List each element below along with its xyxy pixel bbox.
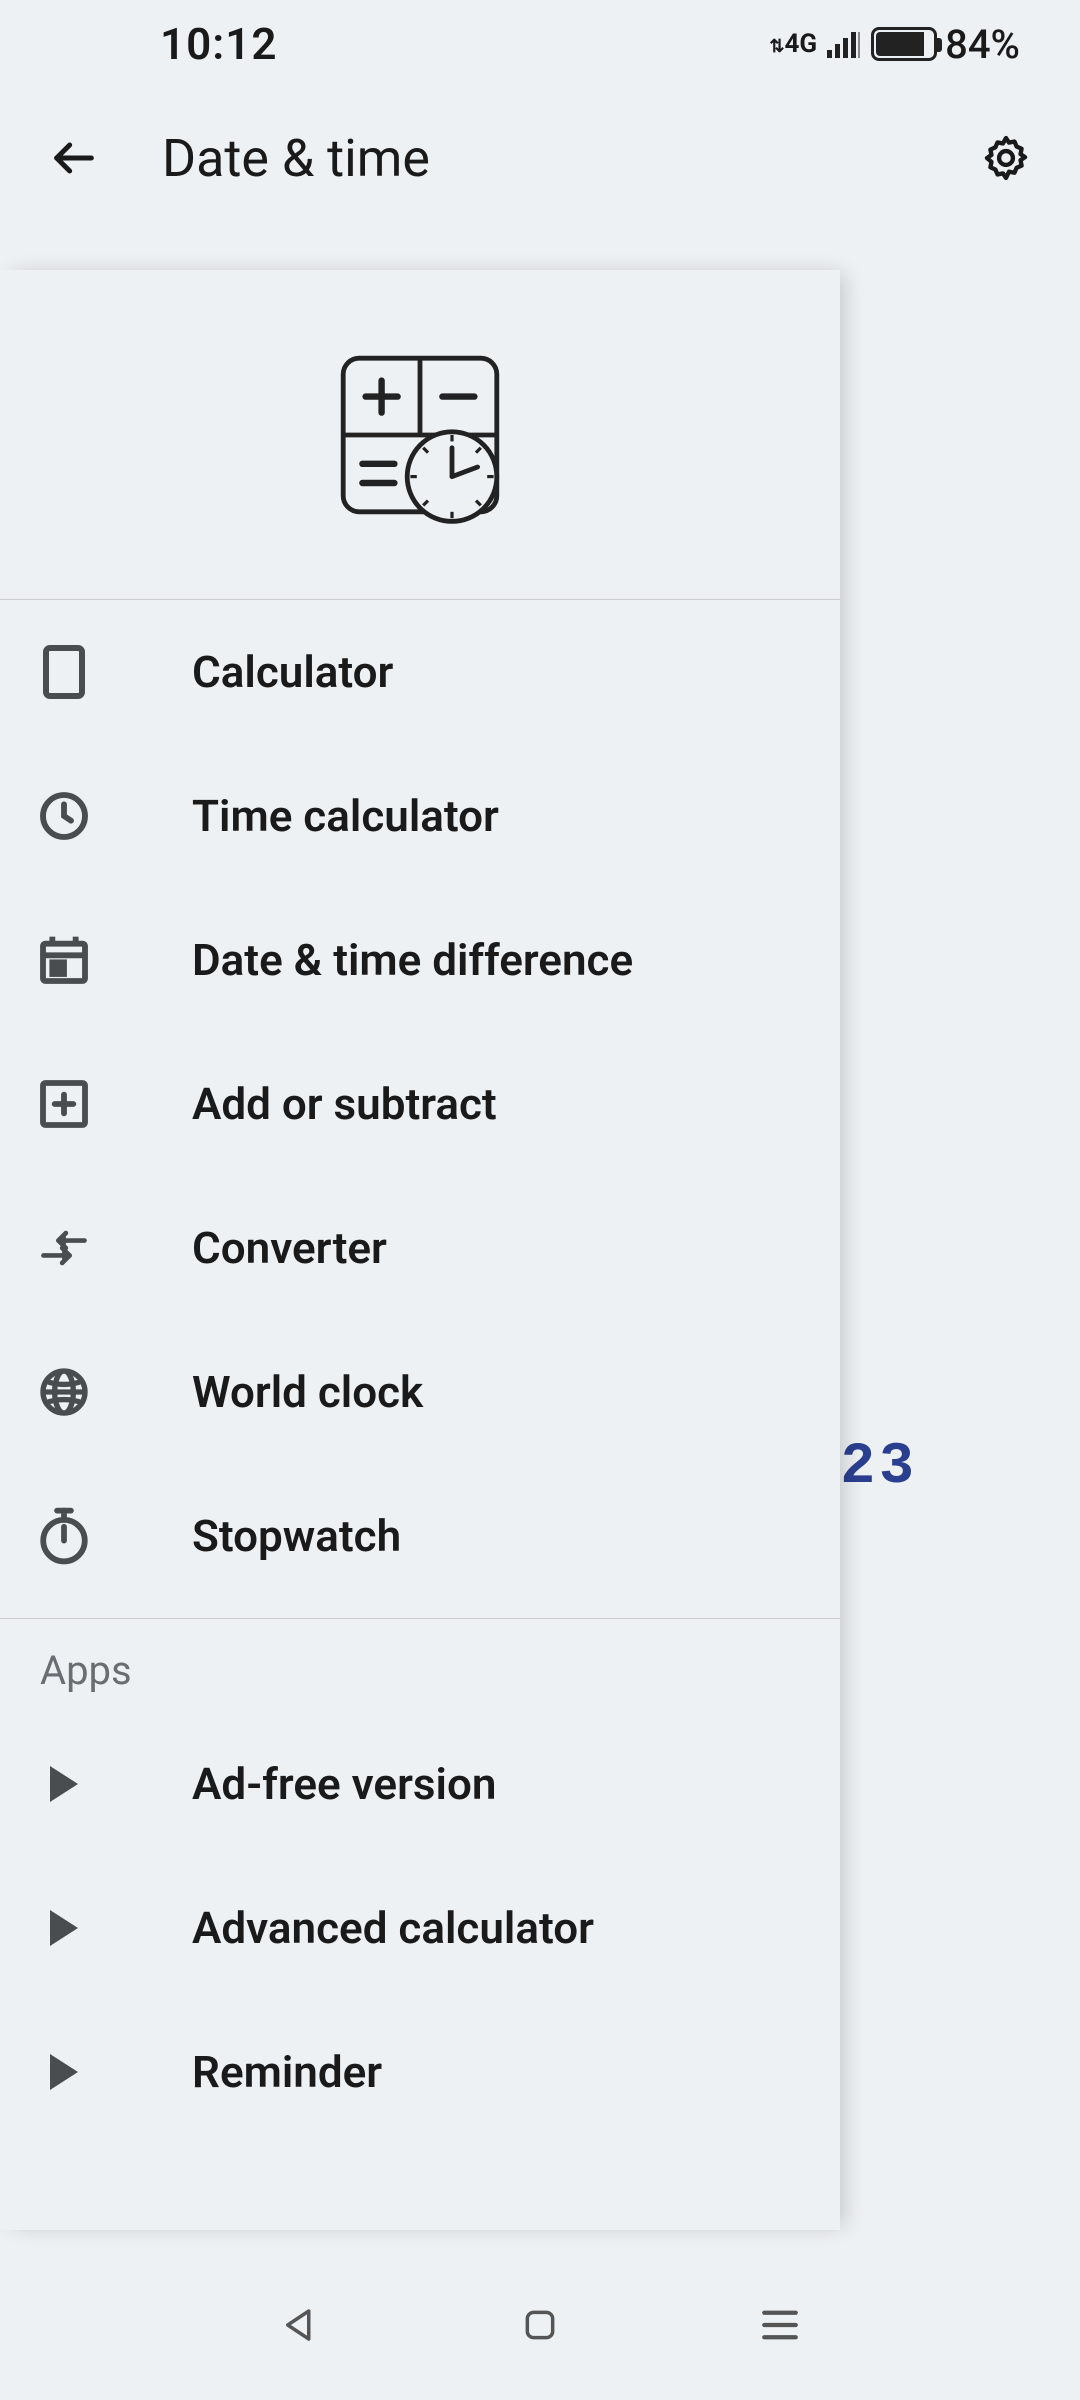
nav-item-converter[interactable]: Converter <box>0 1176 840 1320</box>
nav-item-label: Add or subtract <box>192 1078 497 1130</box>
page-title: Date & time <box>162 128 430 189</box>
app-bar: Date & time <box>0 88 1080 228</box>
status-time: 10:12 <box>160 18 278 70</box>
status-right: ⇅4G 84% <box>769 21 1020 68</box>
app-logo-icon <box>324 339 516 531</box>
nav-home-button[interactable] <box>510 2295 570 2355</box>
drawer-list: Calculator Time calculator Date & time d… <box>0 600 840 2230</box>
nav-item-label: Date & time difference <box>192 934 633 986</box>
status-bar: 10:12 ⇅4G 84% <box>0 0 1080 88</box>
globe-icon <box>36 1363 92 1421</box>
nav-back-button[interactable] <box>270 2295 330 2355</box>
nav-item-label: Converter <box>192 1222 387 1274</box>
nav-item-advanced-calc[interactable]: Advanced calculator <box>0 1856 840 2000</box>
nav-item-date-time-difference[interactable]: Date & time difference <box>0 888 840 1032</box>
play-icon <box>36 1762 92 1806</box>
nav-item-calculator[interactable]: Calculator <box>0 600 840 744</box>
nav-item-label: Ad-free version <box>192 1758 496 1810</box>
nav-item-label: Reminder <box>192 2046 382 2098</box>
drawer-header <box>0 270 840 600</box>
play-icon <box>36 2050 92 2094</box>
play-icon <box>36 1906 92 1950</box>
system-nav-bar <box>0 2250 1080 2400</box>
nav-item-world-clock[interactable]: World clock <box>0 1320 840 1464</box>
nav-item-label: Time calculator <box>192 790 499 842</box>
clock-icon <box>36 788 92 844</box>
back-button[interactable] <box>38 122 110 194</box>
stopwatch-icon <box>36 1506 92 1566</box>
settings-button[interactable] <box>970 122 1042 194</box>
battery-icon <box>871 27 937 61</box>
calculator-icon <box>36 644 92 700</box>
nav-item-ad-free[interactable]: Ad-free version <box>0 1712 840 1856</box>
nav-item-label: Stopwatch <box>192 1510 401 1562</box>
nav-item-reminder[interactable]: Reminder <box>0 2000 840 2144</box>
nav-item-stopwatch[interactable]: Stopwatch <box>0 1464 840 1608</box>
nav-item-label: Calculator <box>192 646 393 698</box>
navigation-drawer: Calculator Time calculator Date & time d… <box>0 270 840 2230</box>
battery-percent: 84% <box>945 21 1020 68</box>
nav-item-label: World clock <box>192 1366 423 1418</box>
network-indicator: ⇅4G <box>769 29 817 59</box>
calendar-icon <box>36 932 92 988</box>
nav-item-add-subtract[interactable]: Add or subtract <box>0 1032 840 1176</box>
nav-recents-button[interactable] <box>750 2295 810 2355</box>
background-value: 23 <box>840 1435 918 1500</box>
section-header-apps: Apps <box>0 1618 840 1712</box>
converter-arrows-icon <box>36 1228 92 1268</box>
plus-box-icon <box>36 1076 92 1132</box>
signal-icon <box>827 30 861 58</box>
nav-item-label: Advanced calculator <box>192 1902 594 1954</box>
nav-item-time-calculator[interactable]: Time calculator <box>0 744 840 888</box>
